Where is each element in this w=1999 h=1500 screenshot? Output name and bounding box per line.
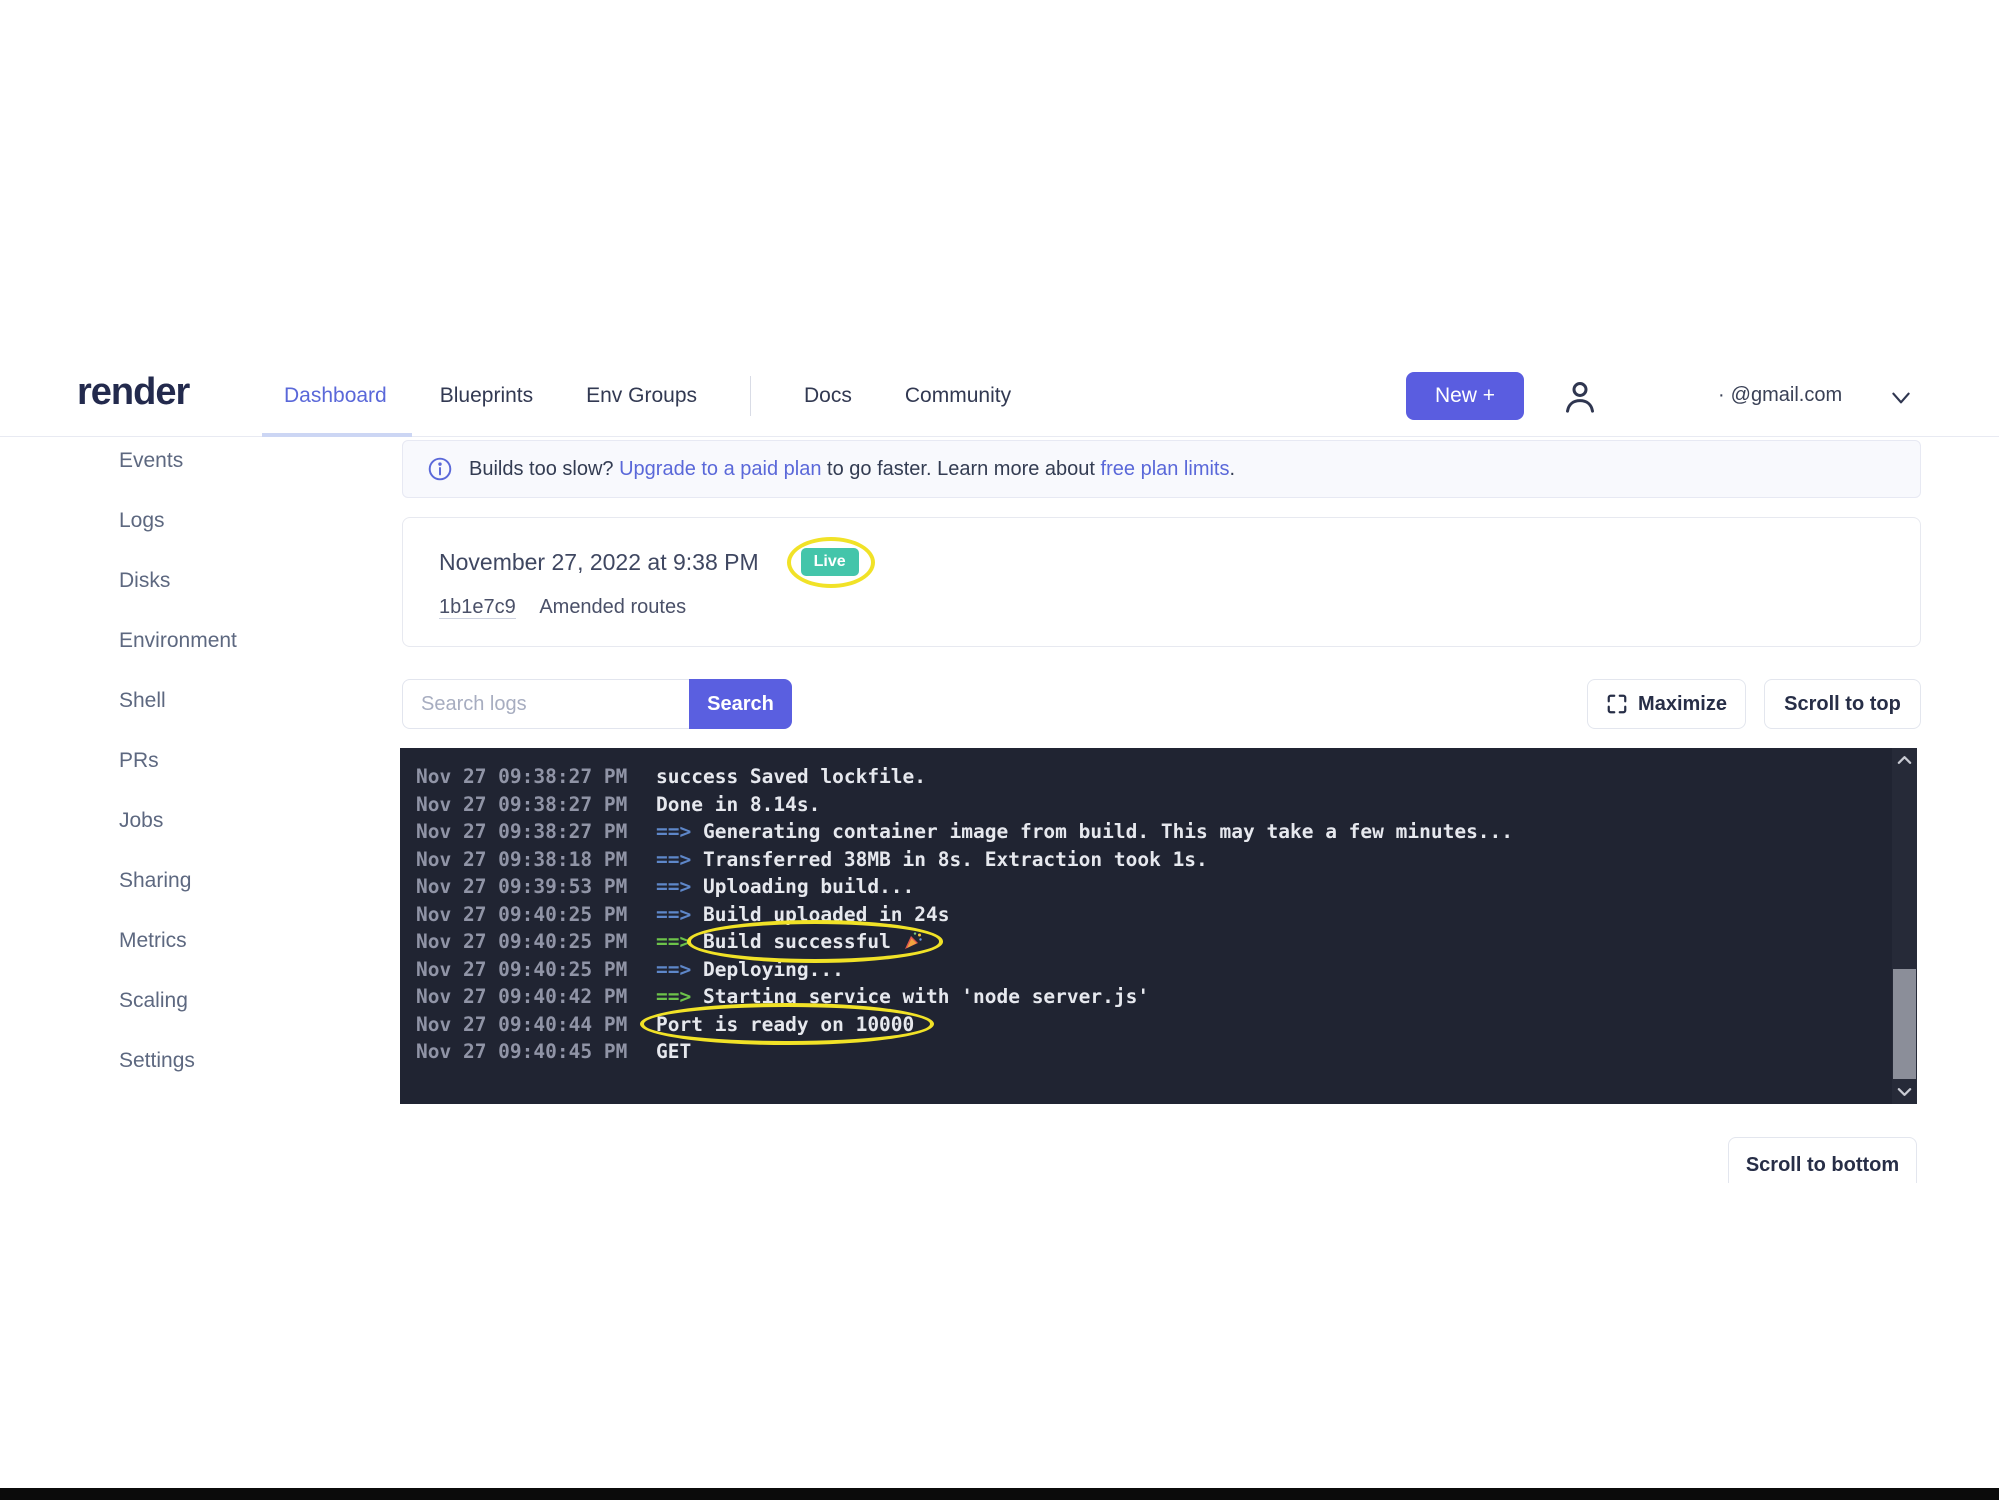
sidebar-item-scaling[interactable]: Scaling — [119, 971, 339, 1031]
log-line: Nov 27 09:40:45 PMGET — [416, 1038, 1877, 1066]
account-prefix: · — [1718, 384, 1725, 407]
banner-text-2: to go faster. Learn more about — [827, 458, 1095, 480]
log-message: Port is ready on 10000 — [656, 1013, 914, 1036]
party-popper-icon — [903, 931, 923, 951]
render-logo[interactable]: render — [77, 371, 189, 414]
commit-message: Amended routes — [539, 596, 686, 618]
log-line: Nov 27 09:40:44 PMPort is ready on 10000 — [416, 1011, 1877, 1039]
log-timestamp: Nov 27 09:40:42 PM — [416, 983, 656, 1011]
log-line: Nov 27 09:40:25 PM==> Build uploaded in … — [416, 901, 1877, 929]
log-timestamp: Nov 27 09:38:27 PM — [416, 818, 656, 846]
log-message: Starting service with 'node server.js' — [703, 985, 1149, 1008]
free-plan-limits-link[interactable]: free plan limits — [1101, 458, 1230, 480]
log-message: Build successful — [703, 930, 891, 953]
nav-tab-docs[interactable]: Docs — [804, 384, 852, 408]
sidebar-item-environment[interactable]: Environment — [119, 611, 339, 671]
scroll-bottom-label: Scroll to bottom — [1746, 1154, 1899, 1176]
maximize-button[interactable]: Maximize — [1587, 679, 1746, 729]
log-line: Nov 27 09:38:27 PMDone in 8.14s. — [416, 791, 1877, 819]
sidebar-item-settings[interactable]: Settings — [119, 1031, 339, 1091]
maximize-icon — [1606, 693, 1628, 715]
search-input[interactable] — [402, 679, 689, 729]
log-arrow: ==> — [656, 820, 703, 843]
log-timestamp: Nov 27 09:40:44 PM — [416, 1011, 656, 1039]
log-terminal: Nov 27 09:38:27 PMsuccess Saved lockfile… — [400, 748, 1917, 1104]
log-message: success Saved lockfile. — [656, 765, 926, 788]
chevron-down-icon[interactable] — [1888, 385, 1914, 407]
log-line: Nov 27 09:40:25 PM==> Build successful — [416, 928, 1877, 956]
top-nav: render Dashboard Blueprints Env Groups Docs… — [0, 355, 1999, 437]
new-button[interactable]: New + — [1406, 372, 1524, 420]
terminal-scrollbar[interactable] — [1892, 748, 1917, 1104]
log-timestamp: Nov 27 09:40:25 PM — [416, 901, 656, 929]
log-line: Nov 27 09:38:27 PMsuccess Saved lockfile… — [416, 763, 1877, 791]
log-timestamp: Nov 27 09:40:25 PM — [416, 956, 656, 984]
scroll-to-bottom-button[interactable]: Scroll to bottom — [1728, 1137, 1917, 1183]
log-message: Done in 8.14s. — [656, 793, 820, 816]
scroll-to-top-button[interactable]: Scroll to top — [1764, 679, 1921, 729]
log-message: Uploading build... — [703, 875, 914, 898]
scrollbar-down-icon[interactable] — [1892, 1080, 1917, 1104]
log-timestamp: Nov 27 09:40:25 PM — [416, 928, 656, 956]
log-timestamp: Nov 27 09:38:27 PM — [416, 763, 656, 791]
log-message: Transferred 38MB in 8s. Extraction took … — [703, 848, 1208, 871]
log-arrow: ==> — [656, 985, 703, 1008]
log-timestamp: Nov 27 09:38:18 PM — [416, 846, 656, 874]
banner-text-3: . — [1229, 458, 1235, 480]
upgrade-banner: Builds too slow? Upgrade to a paid plan … — [402, 440, 1921, 498]
log-arrow: ==> — [656, 930, 703, 953]
sidebar-item-events[interactable]: Events — [119, 431, 339, 491]
account-email: @gmail.com — [1731, 384, 1842, 407]
log-arrow: ==> — [656, 903, 703, 926]
log-timestamp: Nov 27 09:39:53 PM — [416, 873, 656, 901]
maximize-label: Maximize — [1638, 693, 1727, 716]
nav-tab-community[interactable]: Community — [905, 384, 1011, 408]
log-line: Nov 27 09:38:27 PM==> Generating contain… — [416, 818, 1877, 846]
nav-tab-env-groups[interactable]: Env Groups — [586, 384, 697, 408]
scrollbar-thumb[interactable] — [1893, 969, 1916, 1079]
sidebar-item-metrics[interactable]: Metrics — [119, 911, 339, 971]
nav-divider — [750, 376, 751, 416]
sidebar-item-sharing[interactable]: Sharing — [119, 851, 339, 911]
nav-tab-dashboard[interactable]: Dashboard — [284, 384, 387, 408]
log-arrow: ==> — [656, 875, 703, 898]
upgrade-link[interactable]: Upgrade to a paid plan — [619, 458, 821, 480]
log-message: GET — [656, 1040, 691, 1063]
log-line: Nov 27 09:39:53 PM==> Uploading build... — [416, 873, 1877, 901]
log-message: Build uploaded in 24s — [703, 903, 950, 926]
nav-tab-blueprints[interactable]: Blueprints — [440, 384, 533, 408]
banner-text-1: Builds too slow? — [469, 458, 614, 480]
info-icon — [427, 456, 453, 482]
sidebar-item-jobs[interactable]: Jobs — [119, 791, 339, 851]
commit-hash-link[interactable]: 1b1e7c9 — [439, 596, 516, 619]
screen-bottom-bar — [0, 1488, 1999, 1500]
log-line: Nov 27 09:40:42 PM==> Starting service w… — [416, 983, 1877, 1011]
account-menu[interactable]: · @gmail.com — [1718, 355, 1842, 436]
banner-text: Builds too slow? Upgrade to a paid plan … — [469, 458, 1235, 481]
deploy-date: November 27, 2022 at 9:38 PM — [439, 549, 759, 576]
log-message: Generating container image from build. T… — [703, 820, 1513, 843]
log-line: Nov 27 09:38:18 PM==> Transferred 38MB i… — [416, 846, 1877, 874]
live-status-badge: Live — [801, 548, 859, 576]
sidebar-item-disks[interactable]: Disks — [119, 551, 339, 611]
sidebar: EventsLogsDisksEnvironmentShellPRsJobsSh… — [119, 431, 339, 1091]
log-pane: Nov 27 09:38:27 PMsuccess Saved lockfile… — [416, 763, 1877, 1066]
user-avatar-icon[interactable] — [1560, 377, 1600, 417]
log-line: Nov 27 09:40:25 PM==> Deploying... — [416, 956, 1877, 984]
deploy-card: November 27, 2022 at 9:38 PM Live 1b1e7c… — [402, 517, 1921, 647]
scrollbar-up-icon[interactable] — [1892, 748, 1917, 772]
log-message: Deploying... — [703, 958, 844, 981]
nav-tabs: Dashboard Blueprints Env Groups Docs Communi… — [284, 355, 1011, 436]
scroll-to-bottom-wrap: Scroll to bottom — [1728, 1137, 1917, 1183]
log-arrow: ==> — [656, 958, 703, 981]
scroll-top-label: Scroll to top — [1784, 693, 1901, 716]
log-search-row: Search — [402, 679, 792, 729]
sidebar-item-logs[interactable]: Logs — [119, 491, 339, 551]
search-button[interactable]: Search — [689, 679, 792, 729]
log-timestamp: Nov 27 09:40:45 PM — [416, 1038, 656, 1066]
sidebar-item-prs[interactable]: PRs — [119, 731, 339, 791]
sidebar-item-shell[interactable]: Shell — [119, 671, 339, 731]
log-timestamp: Nov 27 09:38:27 PM — [416, 791, 656, 819]
log-arrow: ==> — [656, 848, 703, 871]
